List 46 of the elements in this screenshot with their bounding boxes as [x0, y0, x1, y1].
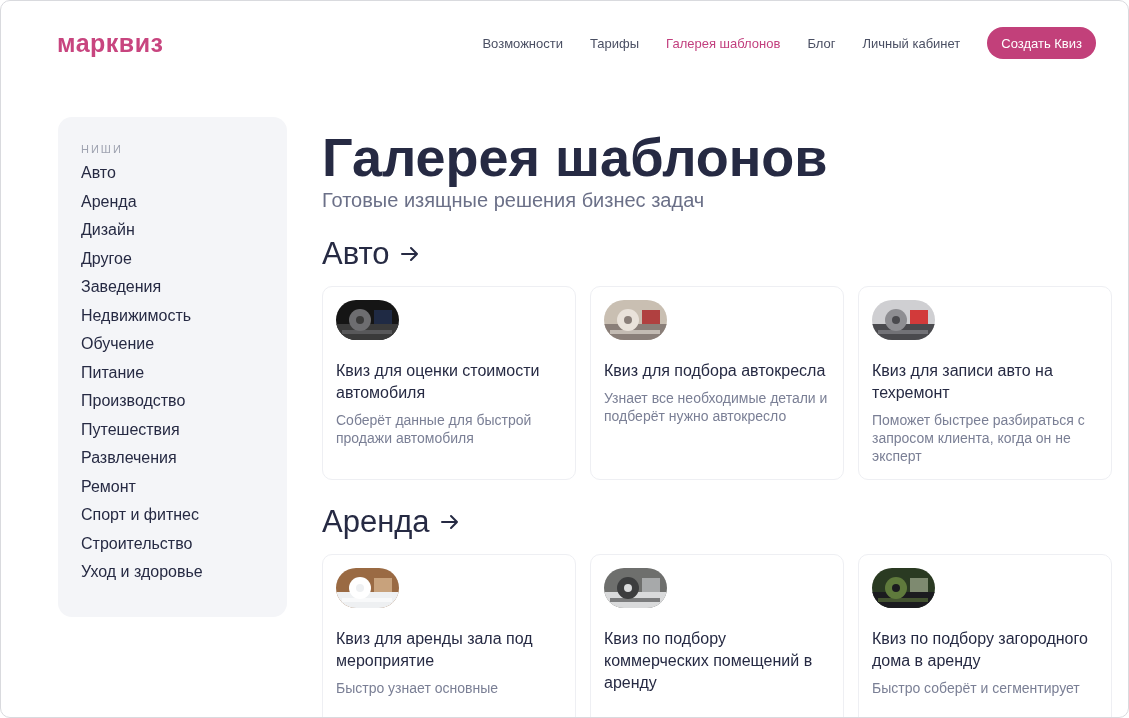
card-title: Квиз по подбору коммерческих помещений в аренду — [604, 629, 814, 693]
card-title: Квиз для аренды зала под мероприятие — [336, 629, 534, 671]
nav-link[interactable]: Личный кабинет — [862, 35, 961, 51]
template-card[interactable]: Квиз для подбора автокресла Узнает все необходимые детали и подберёт нужно автокресло — [590, 286, 844, 480]
nav-link[interactable]: Блог — [807, 35, 836, 51]
logo[interactable]: марквиз — [57, 28, 164, 58]
template-card[interactable]: Квиз для оценки стоимости автомобиля Соберёт данные для быстрой продажи автомобиля — [322, 286, 576, 480]
sidebar-item[interactable]: Недвижимость — [81, 301, 192, 330]
sidebar-item[interactable]: Спорт и фитнес — [81, 501, 199, 530]
card-title: Квиз по подбору загородного дома в аренду — [872, 629, 1089, 671]
page-subtitle: Готовые изящные решения бизнес задач — [322, 189, 706, 212]
template-card[interactable]: Квиз по подбору загородного дома в аренду Быстро соберёт и сегментирует — [858, 554, 1112, 717]
card-title: Квиз для оценки стоимости автомобиля — [336, 361, 541, 403]
arrow-right-icon — [439, 512, 460, 532]
card-description: Соберёт данные для быстрой продажи автомобиля — [336, 411, 533, 447]
sidebar-item[interactable]: Уход и здоровье — [81, 558, 203, 587]
card-description: Поможет быстрее разбираться с запросом клиента, когда он не эксперт — [872, 411, 1086, 465]
card-title: Квиз для подбора автокресла — [604, 361, 826, 381]
arrow-right-icon — [399, 244, 420, 264]
page-title: Галерея шаблонов — [322, 126, 829, 189]
sidebar-item[interactable]: Развлечения — [81, 444, 177, 473]
sidebar-item[interactable]: Другое — [81, 244, 132, 273]
sidebar-item[interactable]: Дизайн — [81, 216, 135, 245]
section-link[interactable]: Авто — [322, 234, 420, 274]
sidebar-item[interactable]: Авто — [81, 159, 116, 188]
sidebar-item[interactable]: Аренда — [81, 187, 137, 216]
nav-link[interactable]: Галерея шаблонов — [666, 35, 781, 51]
template-card[interactable]: Квиз по подбору коммерческих помещений в аренду — [590, 554, 844, 717]
sidebar-item[interactable]: Питание — [81, 358, 145, 387]
sidebar-item[interactable]: Ремонт — [81, 472, 136, 501]
card-description: Узнает все необходимые детали и подберёт нужно автокресло — [604, 389, 829, 425]
sidebar-item[interactable]: Строительство — [81, 529, 193, 558]
create-quiz-button[interactable]: Создать Квиз — [987, 27, 1096, 59]
sidebar-heading: НИШИ — [81, 143, 123, 155]
sidebar-item[interactable]: Производство — [81, 387, 186, 416]
sidebar-item[interactable]: Путешествия — [81, 415, 180, 444]
card-description: Быстро соберёт и сегментирует — [872, 679, 1080, 697]
template-card[interactable]: Квиз для аренды зала под мероприятие Быстро узнает основные — [322, 554, 576, 717]
sidebar-item[interactable]: Заведения — [81, 273, 162, 302]
nav-link[interactable]: Возможности — [482, 35, 563, 51]
nav-link[interactable]: Тарифы — [590, 35, 640, 51]
template-card[interactable]: Квиз для записи авто на техремонт Поможет быстрее разбираться с запросом клиента, когда он не эксперт — [858, 286, 1112, 480]
card-description: Быстро узнает основные — [336, 679, 498, 697]
card-title: Квиз для записи авто на техремонт — [872, 361, 1054, 403]
sidebar-item[interactable]: Обучение — [81, 330, 155, 359]
section-link[interactable]: Аренда — [322, 502, 460, 542]
